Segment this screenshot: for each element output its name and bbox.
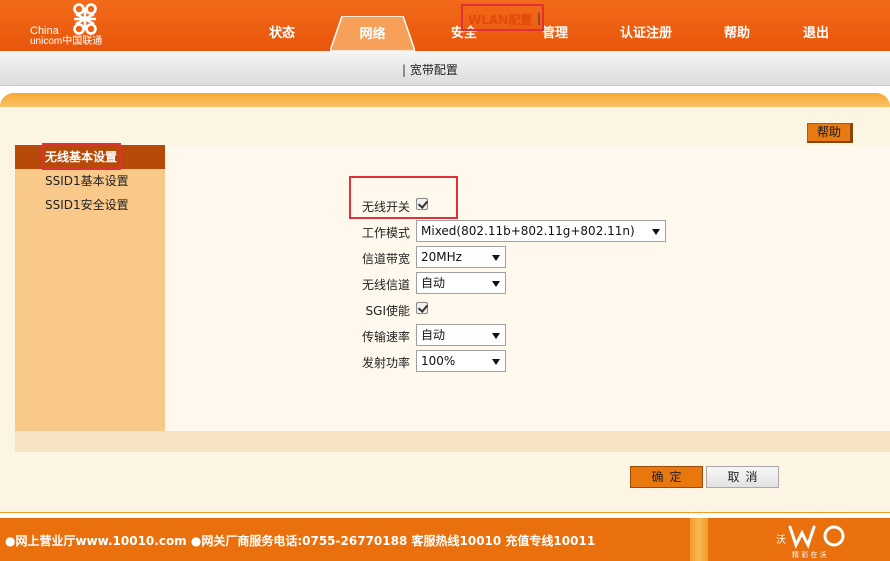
tx-rate-value: 自动: [421, 328, 446, 342]
subnav-item-wlan[interactable]: WLAN配置 |: [461, 4, 544, 31]
nav-item-network-label: 网络: [359, 27, 386, 42]
dropdown-arrow-icon: [492, 359, 500, 365]
dropdown-arrow-icon: [492, 255, 500, 261]
content-bottom-band: [15, 431, 890, 452]
nav-item-status[interactable]: 状态: [262, 22, 302, 42]
sidebar-item-ssid1-basic[interactable]: SSID1基本设置: [15, 169, 165, 193]
sgi-label: SGI使能: [365, 304, 410, 318]
channel-width-select[interactable]: 20MHz: [416, 246, 506, 268]
wireless-channel-label: 无线信道: [361, 278, 410, 292]
nav-item-auth-register[interactable]: 认证注册: [614, 22, 678, 42]
wireless-switch-label: 无线开关: [361, 200, 410, 214]
footer-info-text: ●网上营业厅www.10010.com ●网关厂商服务电话:0755-26770…: [5, 534, 596, 548]
footer: ●网上营业厅www.10010.com ●网关厂商服务电话:0755-26770…: [0, 518, 890, 561]
cancel-button[interactable]: 取消: [706, 466, 779, 488]
work-mode-value: Mixed(802.11b+802.11g+802.11n): [421, 224, 635, 238]
wireless-switch-checkbox[interactable]: [416, 198, 428, 210]
sub-nav: | 宽带配置: [0, 51, 890, 86]
subnav-broadband[interactable]: | 宽带配置: [402, 61, 458, 78]
subnav-item-broadband[interactable]: 宽带配置: [410, 63, 458, 77]
dropdown-arrow-icon: [492, 333, 500, 339]
nav-item-network[interactable]: 网络: [330, 16, 415, 51]
help-button[interactable]: 帮助: [807, 123, 853, 143]
wireless-channel-value: 自动: [421, 276, 446, 290]
footer-slogan: 精 彩 在 沃: [792, 550, 827, 559]
wo-logo-icon: 沃 精 彩 在 沃: [776, 525, 845, 559]
work-mode-select[interactable]: Mixed(802.11b+802.11g+802.11n): [416, 220, 666, 242]
sidebar-item-ssid1-security[interactable]: SSID1安全设置: [15, 193, 165, 217]
dropdown-arrow-icon: [652, 229, 660, 235]
tx-rate-label: 传输速率: [361, 330, 410, 344]
wireless-channel-select[interactable]: 自动: [416, 272, 506, 294]
dropdown-arrow-icon: [492, 281, 500, 287]
sgi-checkbox[interactable]: [416, 302, 428, 314]
tx-power-value: 100%: [421, 354, 456, 368]
main-nav: 状态 网络 安全 管理 认证注册 帮助 退出: [0, 0, 890, 51]
tx-power-select[interactable]: 100%: [416, 350, 506, 372]
work-mode-label: 工作模式: [361, 226, 410, 240]
ok-button[interactable]: 确定: [630, 466, 703, 488]
subnav-item-wlan-label: WLAN配置: [468, 13, 533, 27]
footer-stripe: [690, 518, 708, 561]
sidebar-highlight-box: [42, 143, 121, 170]
subnav-separator: |: [402, 63, 407, 77]
wo-logo-glyph: 沃: [776, 534, 786, 546]
channel-width-label: 信道带宽: [361, 252, 410, 266]
nav-item-logout[interactable]: 退出: [796, 22, 836, 42]
nav-item-help[interactable]: 帮助: [717, 22, 757, 42]
panel-top-band: [0, 93, 890, 107]
tx-rate-select[interactable]: 自动: [416, 324, 506, 346]
tx-power-label: 发射功率: [361, 356, 410, 370]
channel-width-value: 20MHz: [421, 250, 462, 264]
subnav-separator: |: [537, 11, 542, 25]
